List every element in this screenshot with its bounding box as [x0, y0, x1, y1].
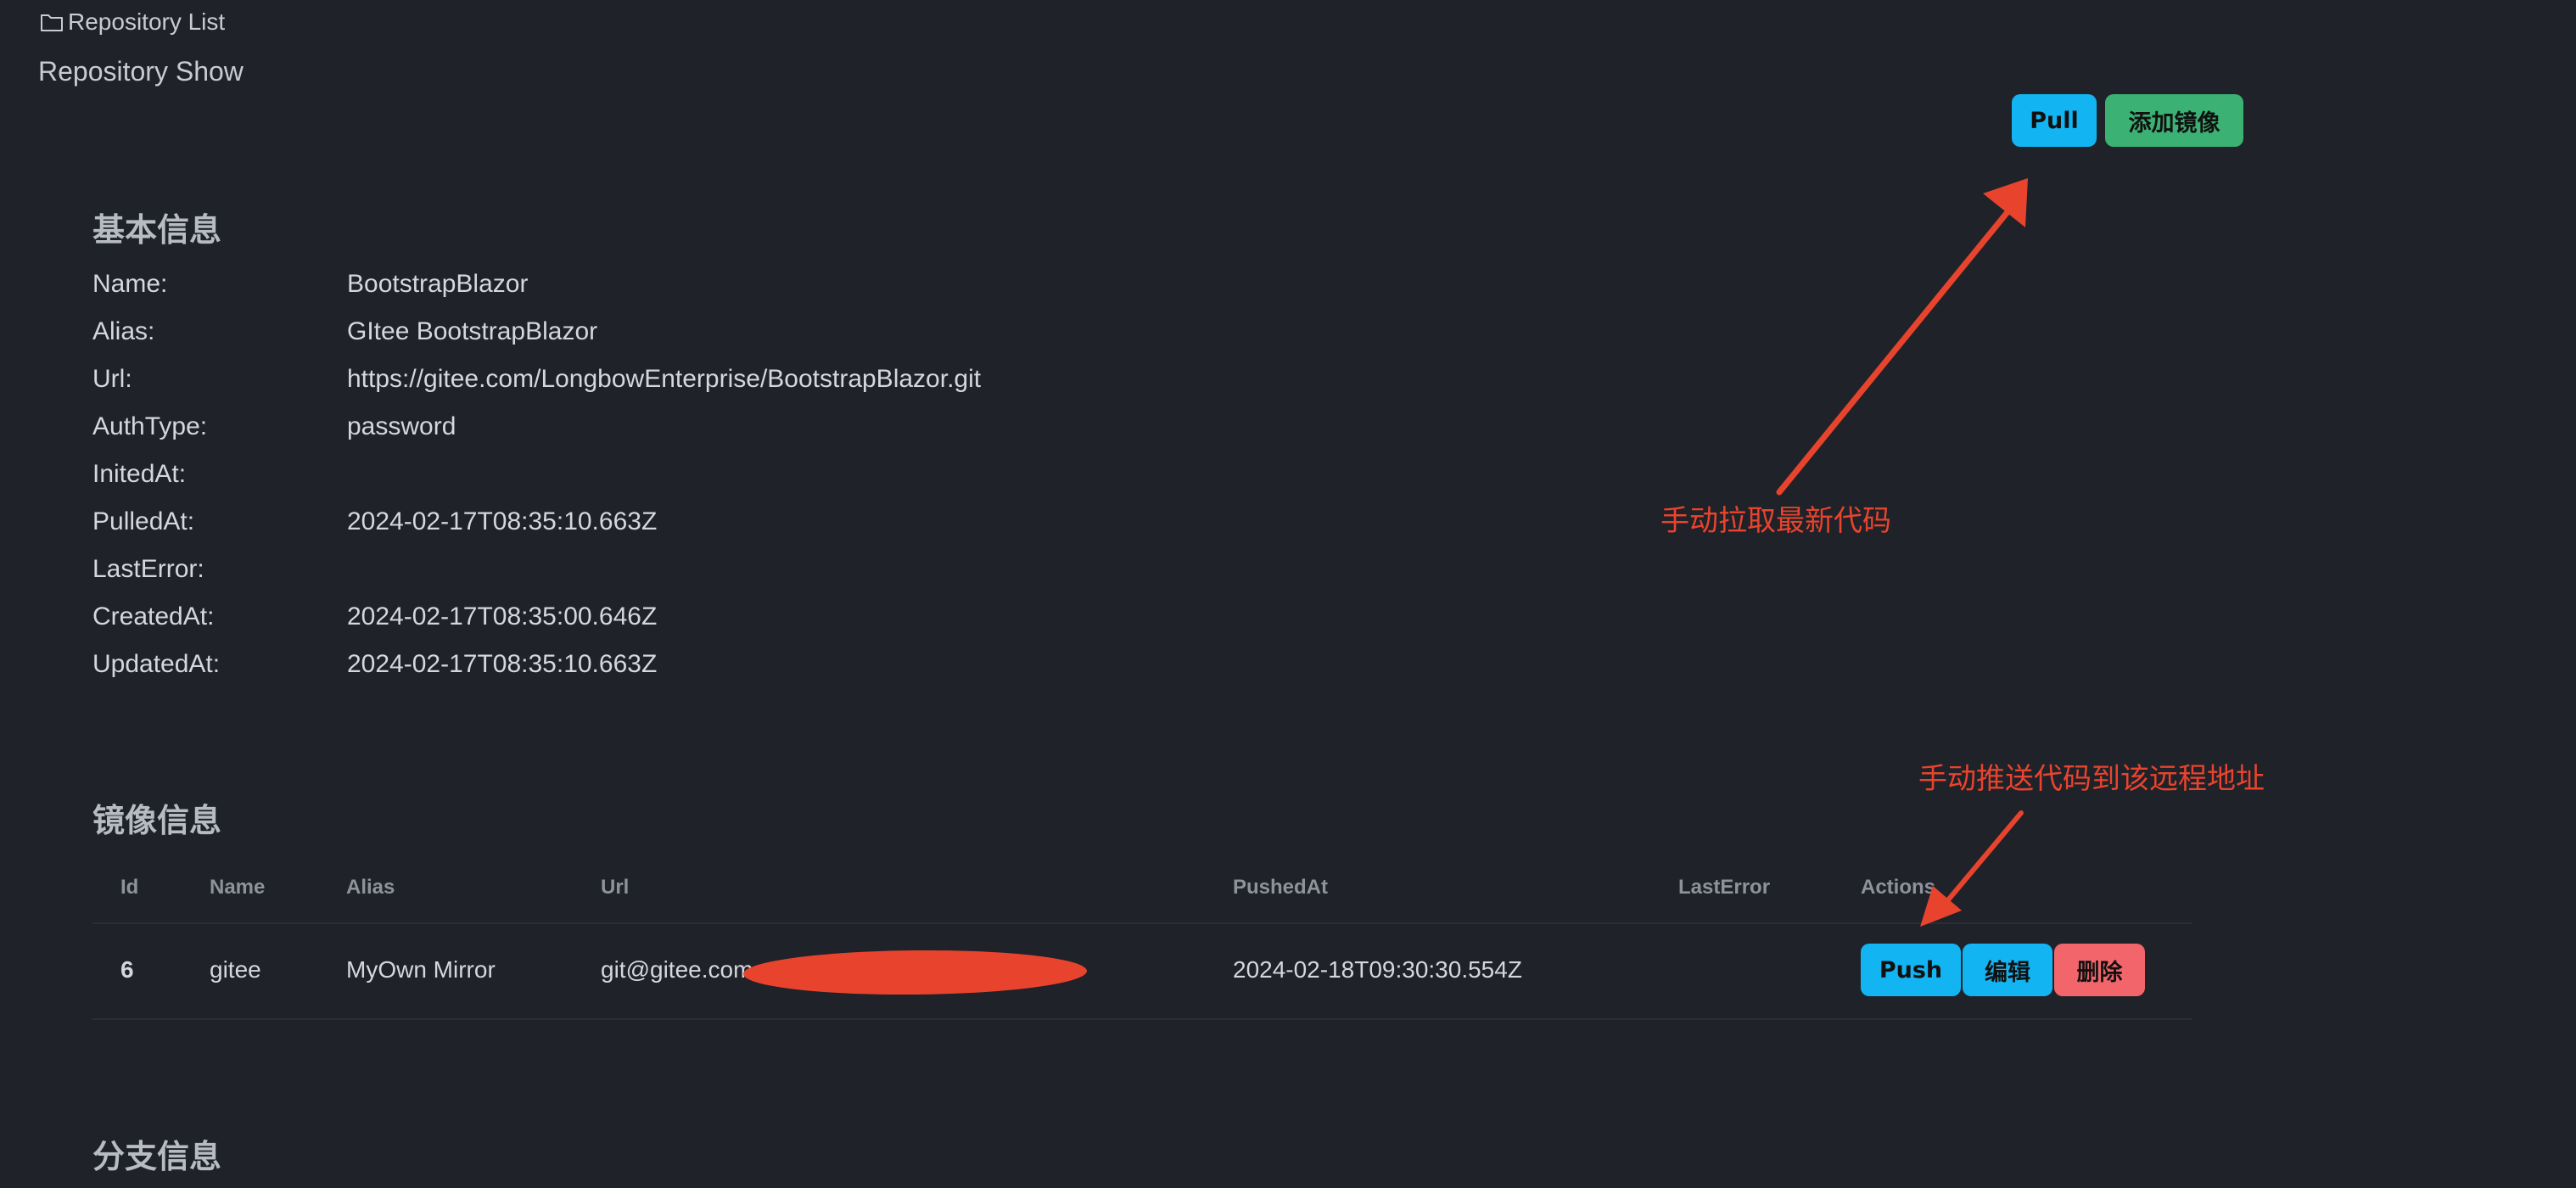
basic-info-title: 基本信息	[92, 211, 222, 249]
folder-icon	[41, 14, 63, 31]
info-label: UpdatedAt:	[92, 650, 221, 678]
info-label: Name:	[92, 270, 168, 298]
info-label: LastError:	[92, 555, 204, 583]
info-value-pulledat: 2024-02-17T08:35:10.663Z	[347, 507, 658, 535]
info-value-name: BootstrapBlazor	[347, 270, 529, 298]
cell-alias: MyOwn Mirror	[346, 956, 496, 983]
column-header-pushedat: PushedAt	[1233, 876, 1329, 899]
info-label: Url:	[92, 365, 132, 393]
column-header-alias: Alias	[346, 876, 395, 899]
breadcrumb-label: Repository List	[68, 8, 226, 35]
pull-annotation-text: 手动拉取最新代码	[1660, 504, 1891, 538]
url-redaction-mark	[742, 949, 1088, 996]
table-header-divider	[92, 922, 2192, 924]
column-header-url: Url	[601, 876, 630, 899]
info-value-url: https://gitee.com/LongbowEnterprise/Boot…	[347, 365, 982, 393]
push-annotation-arrow	[1920, 810, 2024, 927]
info-value-createdat: 2024-02-17T08:35:00.646Z	[347, 602, 658, 630]
cell-id: 6	[120, 956, 134, 983]
column-header-lasterror: LastError	[1678, 876, 1771, 899]
mirror-info-title: 镜像信息	[92, 802, 222, 839]
pull-annotation-arrow	[1776, 178, 2028, 496]
info-label: PulledAt:	[92, 507, 195, 535]
column-header-id: Id	[120, 876, 139, 899]
cell-pushedat: 2024-02-18T09:30:30.554Z	[1233, 956, 1522, 983]
page-title: Repository Show	[38, 56, 244, 87]
pull-button[interactable]: Pull	[2012, 94, 2097, 147]
cell-name: gitee	[210, 956, 261, 983]
push-button[interactable]: Push	[1861, 944, 1961, 996]
info-label: AuthType:	[92, 412, 208, 440]
info-value-authtype: password	[347, 412, 456, 440]
delete-button[interactable]: 删除	[2054, 944, 2145, 996]
column-header-name: Name	[210, 876, 266, 899]
column-header-actions: Actions	[1861, 876, 1936, 899]
info-value-alias: GItee BootstrapBlazor	[347, 317, 598, 345]
info-label: Alias:	[92, 317, 155, 345]
edit-button[interactable]: 编辑	[1963, 944, 2052, 996]
table-row-divider	[92, 1018, 2192, 1020]
info-label: InitedAt:	[92, 460, 187, 488]
push-annotation-text: 手动推送代码到该远程地址	[1918, 762, 2265, 796]
cell-url: git@gitee.com	[601, 956, 753, 983]
breadcrumb-repository-list-link[interactable]: Repository List	[39, 8, 225, 36]
info-value-updatedat: 2024-02-17T08:35:10.663Z	[347, 650, 658, 678]
branch-info-title: 分支信息	[92, 1138, 222, 1175]
annotation-arrows	[1776, 178, 2028, 927]
add-mirror-button[interactable]: 添加镜像	[2105, 94, 2243, 147]
info-label: CreatedAt:	[92, 602, 215, 630]
